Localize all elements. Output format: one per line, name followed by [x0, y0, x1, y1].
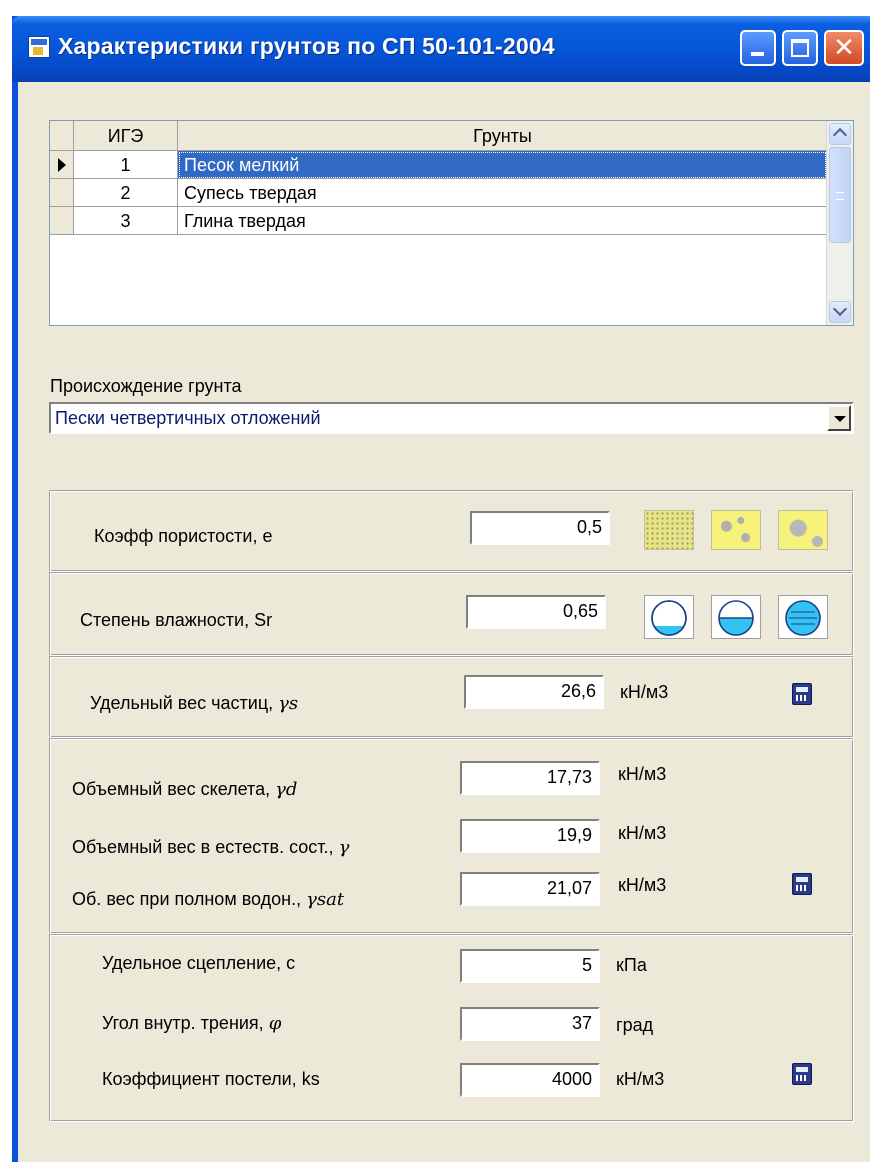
- phi-symbol: φ: [268, 1013, 282, 1034]
- particle-weight-label: Удельный вес частиц, γs: [90, 693, 299, 714]
- particle-weight-unit: кН/м3: [620, 682, 669, 702]
- table-row[interactable]: 1 Песок мелкий: [50, 151, 827, 179]
- grid-vertical-scrollbar[interactable]: [826, 121, 853, 325]
- close-button[interactable]: ✕: [824, 30, 864, 66]
- minimize-icon: [751, 52, 764, 56]
- medium-sand-texture-icon[interactable]: [711, 510, 761, 550]
- porosity-input[interactable]: 0,5: [470, 511, 610, 545]
- low-moisture-button[interactable]: [644, 595, 694, 639]
- skeleton-weight-label: Объемный вес скелета, γd: [72, 779, 298, 800]
- calculator-icon[interactable]: [792, 683, 812, 705]
- fine-sand-texture-icon[interactable]: [644, 510, 694, 550]
- cohesion-label: Удельное сцепление, с: [102, 953, 296, 973]
- full-moisture-button[interactable]: [778, 595, 828, 639]
- grid-header: ИГЭ Грунты: [50, 121, 827, 151]
- origin-select-value: Пески четвертичных отложений: [55, 408, 321, 428]
- full-moisture-icon: [785, 600, 821, 636]
- natural-weight-label: Объемный вес в естеств. сост., γ: [72, 837, 350, 858]
- medium-moisture-button[interactable]: [711, 595, 761, 639]
- origin-label: Происхождение грунта: [50, 376, 242, 396]
- particle-weight-input[interactable]: 26,6: [464, 675, 604, 709]
- row-indicator: [50, 207, 74, 235]
- natural-weight-input[interactable]: 19,9: [460, 819, 600, 853]
- ige-cell[interactable]: 1: [74, 151, 178, 179]
- scroll-up-button[interactable]: [829, 123, 851, 145]
- skeleton-weight-input[interactable]: 17,73: [460, 761, 600, 795]
- friction-angle-label: Угол внутр. трения, φ: [102, 1013, 282, 1034]
- volumetric-weight-panel: Объемный вес скелета, γd 17,73 кН/м3 Объ…: [49, 738, 854, 934]
- saturation-panel: Степень влажности, Sr 0,65: [49, 572, 854, 656]
- column-header-soils[interactable]: Грунты: [178, 121, 827, 151]
- saturated-weight-label: Об. вес при полном водон., γsat: [72, 889, 345, 910]
- dropdown-arrow-icon[interactable]: [827, 405, 851, 431]
- soils-grid[interactable]: ИГЭ Грунты 1 Песок мелкий 2 Супесь тверд…: [49, 120, 854, 326]
- gamma-symbol: γ: [338, 837, 350, 858]
- subgrade-input[interactable]: 4000: [460, 1063, 600, 1097]
- gamma-s-symbol: γs: [278, 693, 299, 714]
- porosity-panel: Коэфф пористости, е 0,5: [49, 490, 854, 572]
- subgrade-label: Коэффициент постели, ks: [102, 1069, 320, 1089]
- maximize-icon: [791, 39, 809, 57]
- saturation-input[interactable]: 0,65: [466, 595, 606, 629]
- cohesion-unit: кПа: [616, 955, 647, 975]
- column-header-ige[interactable]: ИГЭ: [74, 121, 178, 151]
- gamma-d-symbol: γd: [275, 779, 298, 800]
- medium-moisture-icon: [718, 600, 754, 636]
- title-bar[interactable]: Характеристики грунтов по СП 50-101-2004…: [12, 16, 870, 82]
- current-row-arrow-icon: [58, 158, 66, 172]
- porosity-label: Коэфф пористости, е: [94, 526, 273, 546]
- coarse-sand-texture-icon[interactable]: [778, 510, 828, 550]
- table-row[interactable]: 3 Глина твердая: [50, 207, 827, 235]
- window-title: Характеристики грунтов по СП 50-101-2004: [58, 33, 555, 59]
- low-moisture-icon: [651, 600, 687, 636]
- ige-cell[interactable]: 3: [74, 207, 178, 235]
- subgrade-unit: кН/м3: [616, 1069, 665, 1089]
- friction-angle-unit: град: [616, 1015, 654, 1035]
- strength-panel: Удельное сцепление, с 5 кПа Угол внутр. …: [49, 934, 854, 1122]
- saturated-weight-input[interactable]: 21,07: [460, 872, 600, 906]
- app-icon: [28, 36, 50, 58]
- calculator-icon[interactable]: [792, 1063, 812, 1085]
- friction-angle-input[interactable]: 37: [460, 1007, 600, 1041]
- particle-weight-panel: Удельный вес частиц, γs 26,6 кН/м3: [49, 656, 854, 738]
- soil-name-cell[interactable]: Супесь твердая: [178, 179, 827, 207]
- gamma-sat-symbol: γsat: [306, 889, 345, 910]
- row-indicator: [50, 151, 74, 179]
- table-row[interactable]: 2 Супесь твердая: [50, 179, 827, 207]
- close-icon: ✕: [833, 33, 855, 63]
- saturated-weight-unit: кН/м3: [618, 875, 667, 895]
- saturation-label: Степень влажности, Sr: [80, 610, 273, 630]
- calculator-icon[interactable]: [792, 873, 812, 895]
- maximize-button[interactable]: [782, 30, 818, 66]
- row-indicator: [50, 179, 74, 207]
- soil-name-cell[interactable]: Песок мелкий: [178, 151, 827, 179]
- soil-name-cell[interactable]: Глина твердая: [178, 207, 827, 235]
- natural-weight-unit: кН/м3: [618, 823, 667, 843]
- scroll-thumb[interactable]: [829, 147, 851, 243]
- scroll-down-button[interactable]: [829, 301, 851, 323]
- minimize-button[interactable]: [740, 30, 776, 66]
- skeleton-weight-unit: кН/м3: [618, 764, 667, 784]
- cohesion-input[interactable]: 5: [460, 949, 600, 983]
- origin-select[interactable]: Пески четвертичных отложений: [49, 402, 854, 434]
- row-indicator-header: [50, 121, 74, 151]
- ige-cell[interactable]: 2: [74, 179, 178, 207]
